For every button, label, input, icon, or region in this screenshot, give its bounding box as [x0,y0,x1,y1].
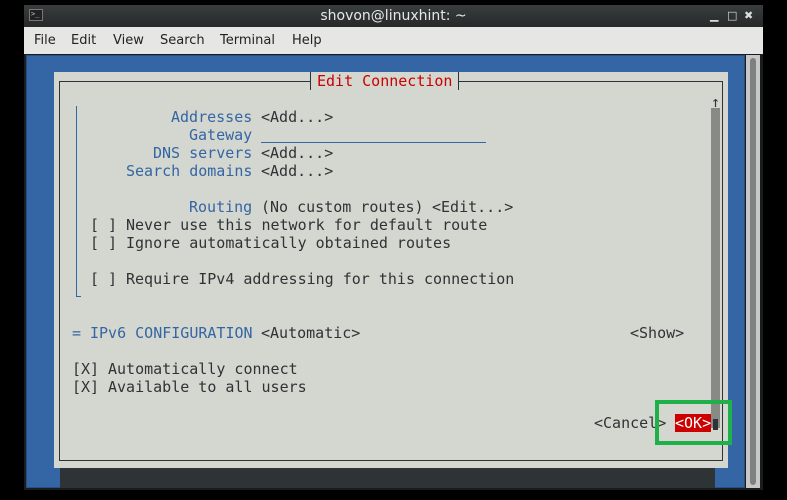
maximize-icon[interactable]: □ [727,9,737,22]
all-users-checkbox[interactable]: [X] [72,378,99,396]
checkbox-label: Ignore automatically obtained routes [126,234,452,252]
gateway-label: Gateway [189,126,253,144]
gateway-input[interactable] [261,142,486,143]
ipv4-section-bracket [76,106,77,296]
dialog-scrollbar[interactable] [711,108,720,428]
menu-help[interactable]: Help [292,33,322,48]
menu-view[interactable]: View [113,33,144,48]
addresses-add-button[interactable]: <Add...> [261,108,333,126]
dns-add-button[interactable]: <Add...> [261,144,333,162]
dialog-shadow [60,468,715,488]
window-title: shovon@linuxhint: ~ [320,8,467,24]
auto-connect-checkbox[interactable]: [X] [72,360,99,378]
require-ipv4-checkbox[interactable]: [ ] [90,270,117,288]
close-icon[interactable]: ✖ [744,9,753,22]
checkbox-label: Never use this network for default route [126,216,488,234]
scrollbar-thumb[interactable] [750,58,756,485]
ipv4-section-bracket [76,296,81,297]
menu-edit[interactable]: Edit [71,33,96,48]
checkbox-label: Automatically connect [108,360,298,378]
routing-label: Routing [189,198,253,216]
terminal-scrollbar[interactable] [746,55,760,488]
search-domains-label: Search domains [126,162,253,180]
menu-search[interactable]: Search [160,33,205,48]
dialog-title: Edit Connection [310,72,460,90]
ipv6-mode-dropdown[interactable]: <Automatic> [261,324,360,342]
never-default-route-checkbox[interactable]: [ ] [90,216,117,234]
addresses-label: Addresses [171,108,253,126]
title-bar: >_ shovon@linuxhint: ~ ▁ □ ✖ [24,5,763,27]
checkbox-label: Require IPv4 addressing for this connect… [126,270,515,288]
minimize-icon[interactable]: ▁ [710,9,718,22]
ipv6-show-button[interactable]: <Show> [630,324,684,342]
ignore-auto-routes-checkbox[interactable]: [ ] [90,234,117,252]
menu-terminal[interactable]: Terminal [220,33,275,48]
ipv6-config-label: IPv6 CONFIGURATION [90,324,253,342]
menu-bar: File Edit View Search Terminal Help [24,27,763,54]
ok-highlight-box [655,400,732,445]
dns-servers-label: DNS servers [153,144,253,162]
menu-file[interactable]: File [34,33,56,48]
search-domains-add-button[interactable]: <Add...> [261,162,333,180]
checkbox-label: Available to all users [108,378,307,396]
routing-edit-button[interactable]: <Edit...> [432,198,513,216]
ipv6-collapse-marker[interactable]: = [72,324,81,342]
routing-value: (No custom routes) [261,198,424,216]
